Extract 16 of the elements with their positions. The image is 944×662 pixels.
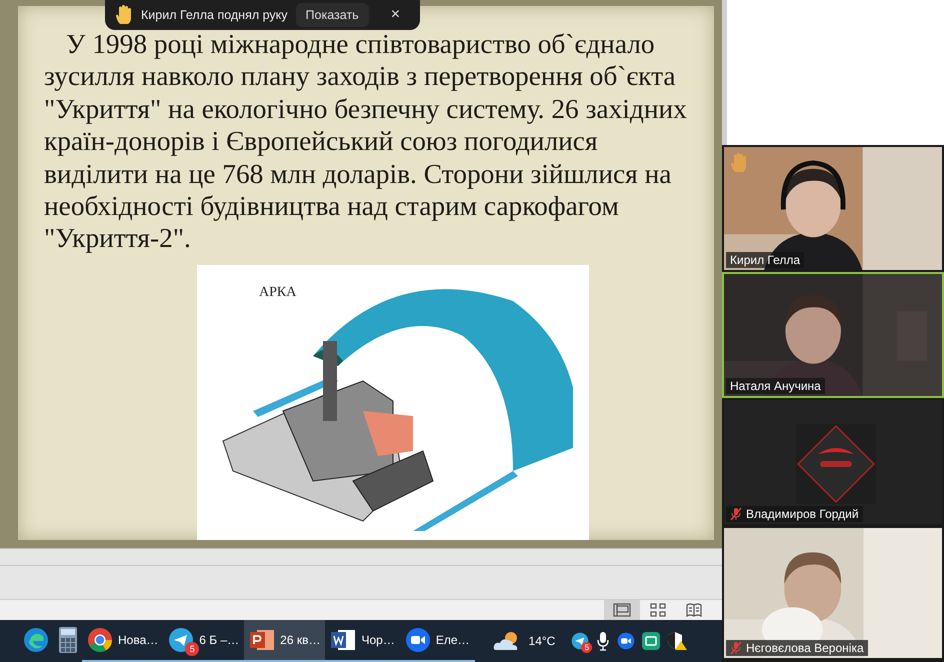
notification-badge: 5 <box>581 642 592 653</box>
taskbar-button[interactable]: Еле… <box>400 620 475 662</box>
name-text: Владимиров Гордий <box>746 507 859 521</box>
notification-text: Кирил Гелла поднял руку <box>141 8 288 22</box>
notification-badge: 5 <box>185 642 200 656</box>
show-button[interactable]: Показать <box>296 3 369 27</box>
slide-paragraph: У 1998 році міжнародне співтовариство об`єднало зусилля навколо плану заходів з перетворення об`єкта "Укриття" на екологічно безпечну систему. 26 західних країн-донорів і Європейський союз погодилися виділити на це 768 млн доларів. Сторони зійшлися на необхідності будівництва над старим саркофагом "Укриття-2". <box>44 28 688 255</box>
taskbar-button[interactable]: 26 кв… <box>244 620 326 662</box>
temperature: 14°C <box>528 634 556 648</box>
taskbar-button[interactable]: Чор… <box>325 620 400 662</box>
taskbar-button[interactable]: Нова… <box>82 620 164 662</box>
name-text: Кирил Гелла <box>730 253 800 267</box>
figure-label: АРКА <box>259 284 296 301</box>
name-text: Наталя Анучина <box>730 379 821 393</box>
name-text: Нєговєлова Вероніка <box>746 641 864 655</box>
close-button[interactable]: × <box>384 5 406 25</box>
